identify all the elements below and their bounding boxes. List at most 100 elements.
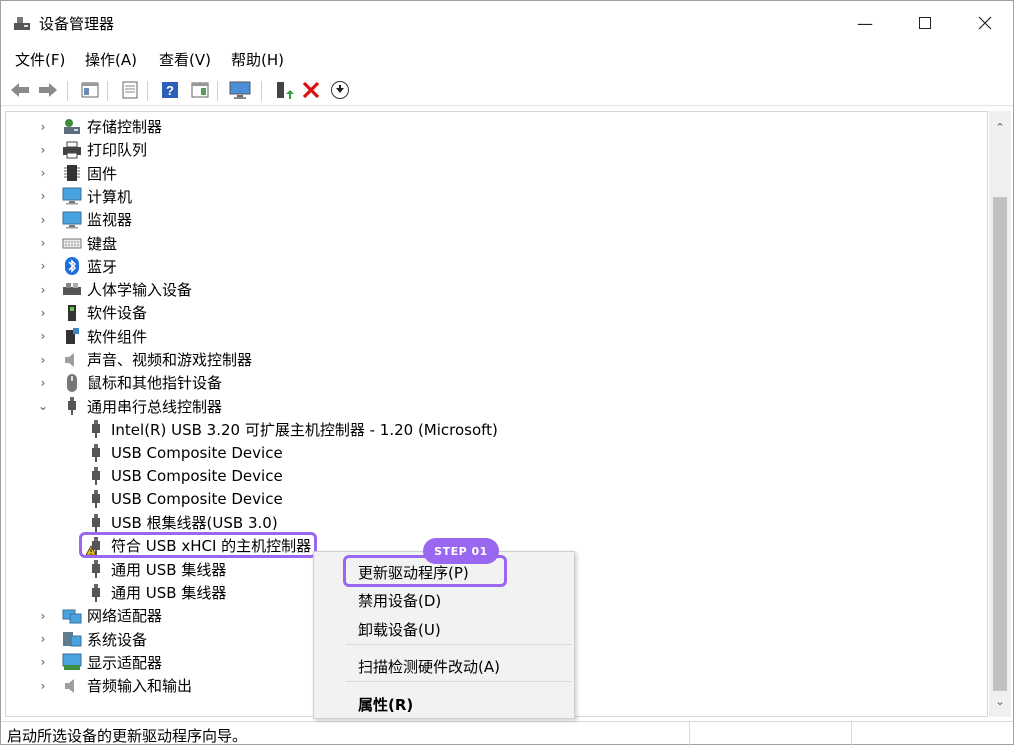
display-adapter-icon [62, 652, 82, 672]
tree-category[interactable]: › 打印队列 [38, 138, 147, 161]
tree-device[interactable]: USB Composite Device [86, 465, 283, 488]
chevron-right-icon[interactable]: › [38, 655, 48, 669]
close-button[interactable] [955, 1, 1014, 45]
chevron-right-icon[interactable]: › [38, 166, 48, 180]
show-hide-console-tree-button[interactable] [79, 79, 101, 101]
tree-device[interactable]: USB Composite Device [86, 441, 283, 464]
tree-item-label: 声音、视频和游戏控制器 [87, 351, 253, 369]
toolbar-separator [217, 81, 218, 101]
tree-item-label: USB Composite Device [111, 490, 283, 509]
tree-category[interactable]: › 网络适配器 [38, 604, 162, 627]
chevron-right-icon[interactable]: › [38, 376, 48, 390]
keyboard-icon [62, 233, 82, 253]
action-pane-icon [191, 82, 209, 98]
tree-category[interactable]: › 软件设备 [38, 301, 147, 324]
chevron-right-icon[interactable]: › [38, 213, 48, 227]
tree-item-label: 存储控制器 [87, 118, 163, 136]
software-device-icon [62, 303, 82, 323]
chevron-down-icon[interactable]: ⌄ [38, 399, 48, 413]
scroll-thumb[interactable] [993, 197, 1007, 691]
tree-item-label: 蓝牙 [87, 257, 118, 276]
tree-category[interactable]: › 鼠标和其他指针设备 [38, 371, 222, 394]
hid-icon [62, 280, 82, 300]
chevron-right-icon[interactable]: › [38, 679, 48, 693]
tree-device[interactable]: USB 根集线器(USB 3.0) [86, 511, 278, 534]
tree-category[interactable]: › 声音、视频和游戏控制器 [38, 348, 252, 371]
menu-action[interactable]: 操作(A) [85, 49, 137, 70]
status-divider [851, 722, 852, 746]
tree-category[interactable]: › 监视器 [38, 208, 132, 231]
chevron-right-icon[interactable]: › [38, 609, 48, 623]
red-x-icon [302, 81, 320, 99]
menu-help[interactable]: 帮助(H) [231, 49, 284, 70]
scan-hardware-button[interactable] [229, 79, 251, 101]
usb-icon [86, 513, 106, 533]
context-uninstall-device[interactable]: 卸载设备(U) [358, 619, 441, 640]
monitor-icon [62, 210, 82, 230]
back-button[interactable] [9, 79, 31, 101]
tree-category[interactable]: › 软件组件 [38, 325, 147, 348]
toolbar-separator [261, 81, 262, 101]
chevron-right-icon[interactable]: › [38, 306, 48, 320]
properties-button[interactable] [119, 79, 141, 101]
menu-view[interactable]: 查看(V) [159, 49, 211, 70]
context-properties[interactable]: 属性(R) [358, 694, 413, 715]
enable-device-button[interactable] [329, 79, 351, 101]
chevron-right-icon[interactable]: › [38, 353, 48, 367]
tree-category[interactable]: › 蓝牙 [38, 255, 117, 278]
chevron-right-icon[interactable]: › [38, 143, 48, 157]
chevron-right-icon[interactable]: › [38, 189, 48, 203]
chevron-right-icon[interactable]: › [38, 632, 48, 646]
usb-icon [62, 396, 82, 416]
toolbar-separator [107, 81, 108, 101]
menu-file[interactable]: 文件(F) [15, 49, 65, 70]
tree-category[interactable]: › 固件 [38, 162, 117, 185]
context-disable-device[interactable]: 禁用设备(D) [358, 590, 441, 611]
monitor-scan-icon [229, 81, 251, 99]
tree-category[interactable]: ⌄ 通用串行总线控制器 [38, 395, 222, 418]
chevron-right-icon[interactable]: › [38, 329, 48, 343]
vertical-scrollbar[interactable]: ⌃ ⌄ [989, 111, 1011, 717]
help-button[interactable]: ? [159, 79, 181, 101]
tree-category[interactable]: › 人体学输入设备 [38, 278, 192, 301]
software-component-icon [62, 326, 82, 346]
tree-item-label: 监视器 [87, 211, 133, 230]
chevron-right-icon[interactable]: › [38, 259, 48, 273]
tree-category[interactable]: › 计算机 [38, 185, 132, 208]
scroll-down-button[interactable]: ⌄ [989, 691, 1011, 711]
menu-bar: 文件(F) 操作(A) 查看(V) 帮助(H) [1, 45, 1013, 73]
tree-item-label: 网络适配器 [87, 607, 163, 626]
tree-device[interactable]: 通用 USB 集线器 [86, 558, 226, 581]
system-device-icon [62, 629, 82, 649]
context-scan-hardware[interactable]: 扫描检测硬件改动(A) [358, 656, 500, 677]
action-pane-button[interactable] [189, 79, 211, 101]
uninstall-device-button[interactable] [300, 79, 322, 101]
tree-category[interactable]: › 存储控制器 [38, 115, 162, 138]
minimize-button[interactable]: — [835, 1, 895, 45]
maximize-button[interactable] [895, 1, 955, 45]
forward-button[interactable] [37, 79, 59, 101]
tree-device[interactable]: USB Composite Device [86, 488, 283, 511]
chevron-right-icon[interactable]: › [38, 283, 48, 297]
usb-icon [86, 466, 106, 486]
computer-icon [62, 186, 82, 206]
tree-item-label: 通用串行总线控制器 [87, 397, 223, 416]
tree-item-label: 打印队列 [87, 141, 148, 160]
usb-icon [86, 583, 106, 603]
tree-category[interactable]: › 音频输入和输出 [38, 674, 192, 697]
printer-icon [62, 140, 82, 160]
selected-device-highlight [79, 532, 317, 558]
tree-category[interactable]: › 键盘 [38, 232, 117, 255]
chevron-right-icon[interactable]: › [38, 120, 48, 134]
tree-category[interactable]: › 显示适配器 [38, 651, 162, 674]
tree-device[interactable]: 通用 USB 集线器 [86, 581, 226, 604]
context-update-driver[interactable]: 更新驱动程序(P) [358, 562, 469, 583]
audio-io-icon [62, 676, 82, 696]
chevron-right-icon[interactable]: › [38, 236, 48, 250]
update-driver-button[interactable] [273, 79, 295, 101]
tree-device[interactable]: Intel(R) USB 3.20 可扩展主机控制器 - 1.20 (Micro… [86, 418, 498, 441]
tree-item-label: USB Composite Device [111, 443, 283, 462]
tree-category[interactable]: › 系统设备 [38, 628, 147, 651]
context-menu: 更新驱动程序(P) 禁用设备(D) 卸载设备(U) 扫描检测硬件改动(A) 属性… [313, 551, 575, 719]
scroll-up-button[interactable]: ⌃ [989, 117, 1011, 137]
